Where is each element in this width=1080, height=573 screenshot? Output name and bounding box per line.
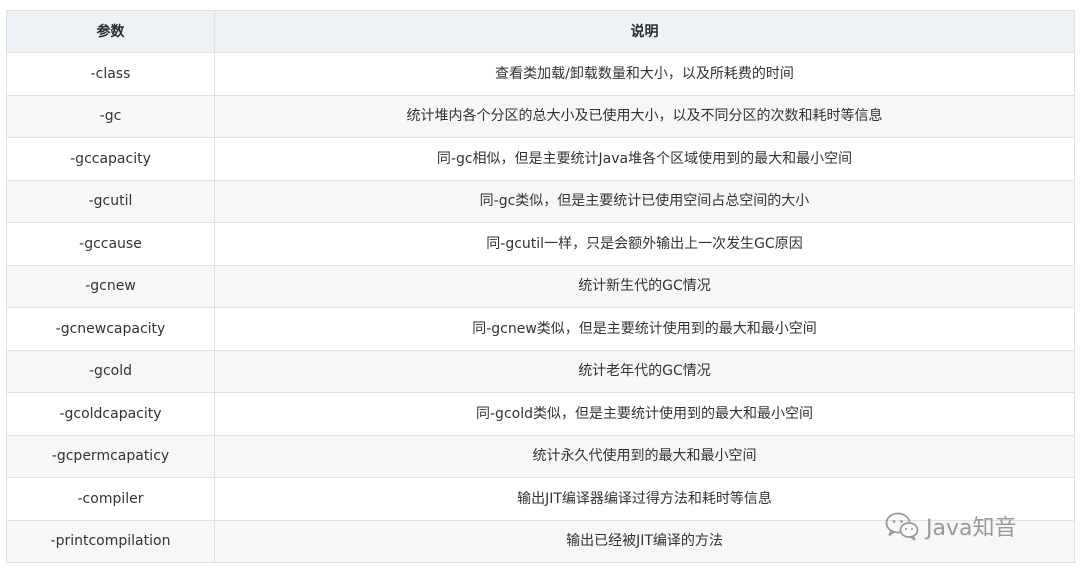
header-description: 说明	[214, 10, 1075, 53]
parameter-table: 参数 说明 -class 查看类加载/卸载数量和大小，以及所耗费的时间 -gc …	[6, 10, 1075, 563]
param-cell: -compiler	[6, 477, 215, 521]
header-param: 参数	[6, 10, 215, 53]
param-cell: -gcnewcapacity	[6, 307, 215, 351]
description-cell: 同-gcnew类似，但是主要统计使用到的最大和最小空间	[214, 307, 1075, 351]
param-cell: -printcompilation	[6, 519, 215, 563]
table-row: -gcutil 同-gc类似，但是主要统计已使用空间占总空间的大小	[6, 179, 1075, 223]
table-row: -gcoldcapacity 同-gcold类似，但是主要统计使用到的最大和最小…	[6, 392, 1075, 436]
table-row: -gcold 统计老年代的GC情况	[6, 349, 1075, 393]
table-row: -gccause 同-gcutil一样，只是会额外输出上一次发生GC原因	[6, 222, 1075, 266]
table-body: -class 查看类加载/卸载数量和大小，以及所耗费的时间 -gc 统计堆内各个…	[6, 52, 1075, 563]
param-cell: -gcold	[6, 349, 215, 393]
watermark-text: Java知音	[926, 516, 1017, 541]
table-row: -class 查看类加载/卸载数量和大小，以及所耗费的时间	[6, 52, 1075, 96]
table-header: 参数 说明	[6, 10, 1075, 53]
description-cell: 统计堆内各个分区的总大小及已使用大小，以及不同分区的次数和耗时等信息	[214, 94, 1075, 138]
table-row: -gc 统计堆内各个分区的总大小及已使用大小，以及不同分区的次数和耗时等信息	[6, 94, 1075, 138]
param-cell: -class	[6, 52, 215, 96]
table-row: -gccapacity 同-gc相似，但是主要统计Java堆各个区域使用到的最大…	[6, 137, 1075, 181]
description-cell: 同-gcutil一样，只是会额外输出上一次发生GC原因	[214, 222, 1075, 266]
description-cell: 统计新生代的GC情况	[214, 264, 1075, 308]
param-cell: -gcnew	[6, 264, 215, 308]
param-cell: -gc	[6, 94, 215, 138]
header-row: 参数 说明	[6, 10, 1075, 53]
parameter-table-container: 参数 说明 -class 查看类加载/卸载数量和大小，以及所耗费的时间 -gc …	[6, 10, 1075, 563]
description-cell: 同-gcold类似，但是主要统计使用到的最大和最小空间	[214, 392, 1075, 436]
param-cell: -gcoldcapacity	[6, 392, 215, 436]
table-row: -gcnew 统计新生代的GC情况	[6, 264, 1075, 308]
table-row: -gcpermcapaticy 统计永久代使用到的最大和最小空间	[6, 434, 1075, 478]
wechat-icon	[885, 512, 919, 541]
description-cell: 统计永久代使用到的最大和最小空间	[214, 434, 1075, 478]
param-cell: -gccapacity	[6, 137, 215, 181]
watermark: Java知音	[884, 510, 1016, 542]
description-cell: 同-gc相似，但是主要统计Java堆各个区域使用到的最大和最小空间	[214, 137, 1075, 181]
table-row: -gcnewcapacity 同-gcnew类似，但是主要统计使用到的最大和最小…	[6, 307, 1075, 351]
description-cell: 查看类加载/卸载数量和大小，以及所耗费的时间	[214, 52, 1075, 96]
description-cell: 统计老年代的GC情况	[214, 349, 1075, 393]
param-cell: -gccause	[6, 222, 215, 266]
description-cell: 同-gc类似，但是主要统计已使用空间占总空间的大小	[214, 179, 1075, 223]
param-cell: -gcpermcapaticy	[6, 434, 215, 478]
param-cell: -gcutil	[6, 179, 215, 223]
